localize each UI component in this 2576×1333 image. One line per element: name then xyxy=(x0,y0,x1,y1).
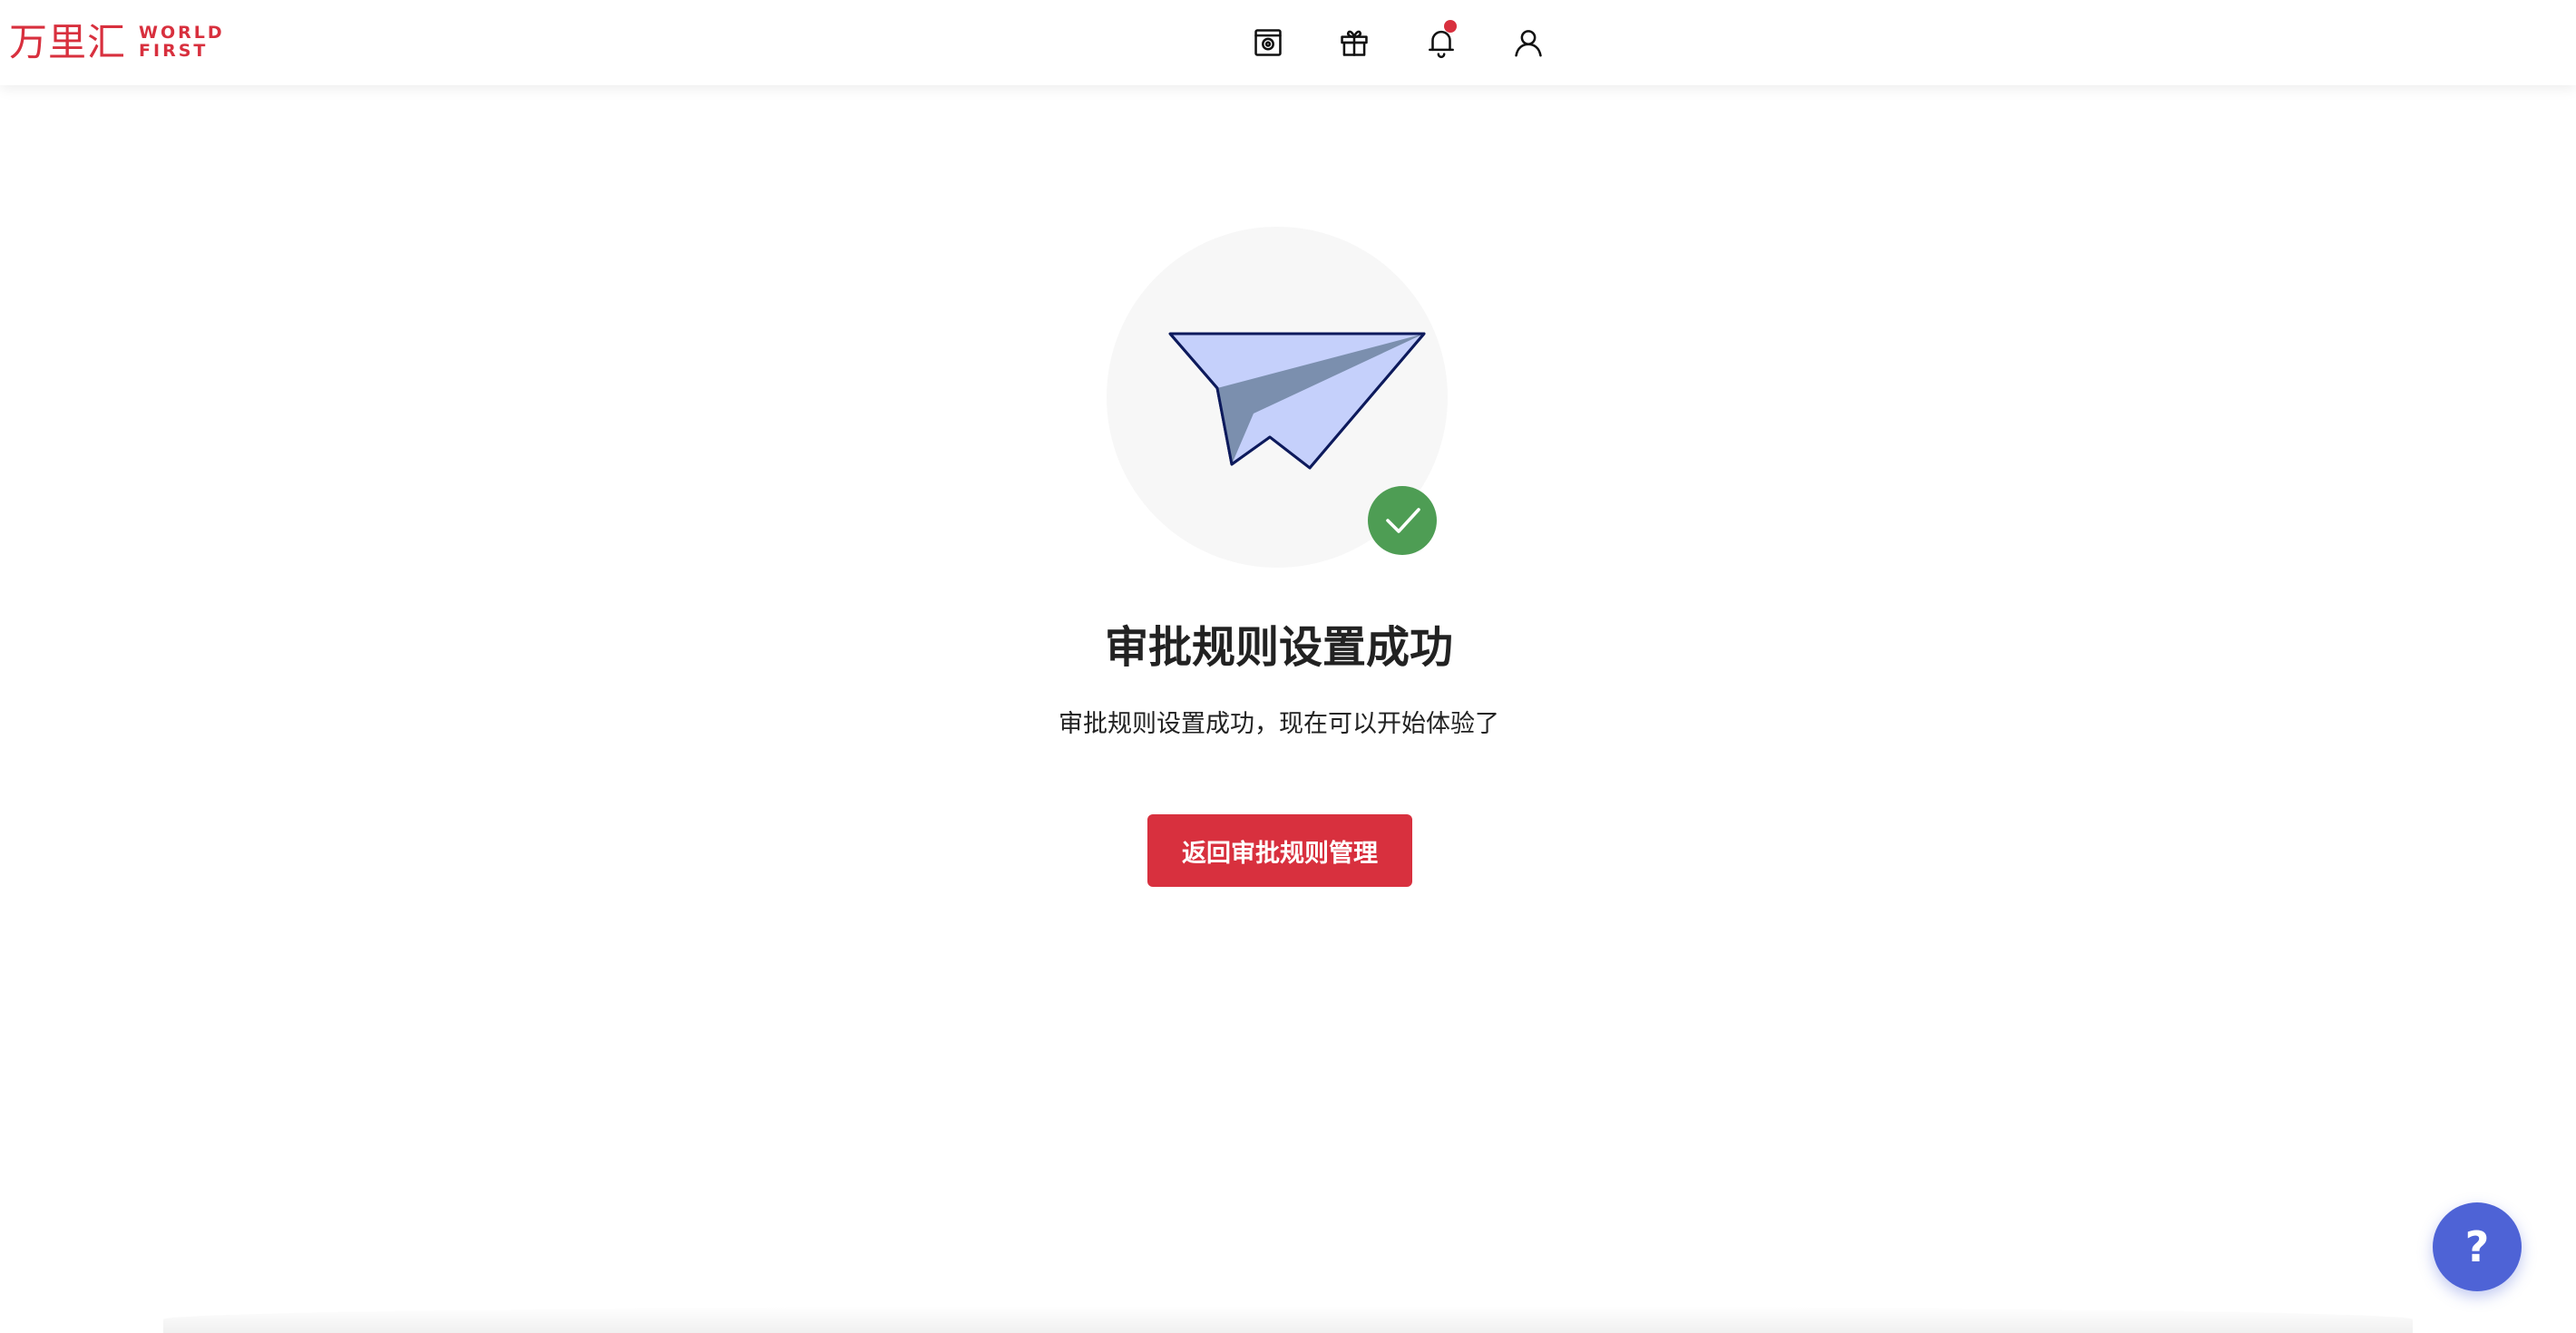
logo-en-line1: WORLD xyxy=(139,23,225,44)
user-menu-button[interactable] xyxy=(1506,20,1551,65)
result-title: 审批规则设置成功 xyxy=(1104,622,1453,673)
camera-box-icon xyxy=(1254,29,1282,56)
gift-icon xyxy=(1341,30,1368,56)
user-icon xyxy=(1515,30,1542,57)
back-to-approval-rules-button[interactable]: 返回审批规则管理 xyxy=(1147,814,1412,887)
bottom-shadow xyxy=(163,1306,2413,1333)
logo-en-line2: FIRST xyxy=(139,41,209,61)
gift-button[interactable] xyxy=(1332,20,1377,65)
check-icon xyxy=(1386,508,1420,533)
result-page: 审批规则设置成功 审批规则设置成功，现在可以开始体验了 返回审批规则管理 xyxy=(0,85,2576,1333)
success-illustration xyxy=(1107,227,1451,571)
result-message: 审批规则设置成功，现在可以开始体验了 xyxy=(1059,710,1499,738)
camera-box-button[interactable] xyxy=(1245,20,1291,65)
notification-dot xyxy=(1444,20,1457,33)
worldfirst-logo[interactable]: 万里汇 WORLD FIRST xyxy=(9,20,225,65)
logo-english-text: WORLD FIRST xyxy=(139,24,225,61)
logo-chinese-text: 万里汇 xyxy=(9,20,127,64)
help-button[interactable]: ? xyxy=(2433,1202,2522,1291)
notification-button[interactable] xyxy=(1419,20,1464,65)
top-header: 万里汇 WORLD FIRST xyxy=(0,0,2576,85)
success-check-badge xyxy=(1368,486,1437,555)
